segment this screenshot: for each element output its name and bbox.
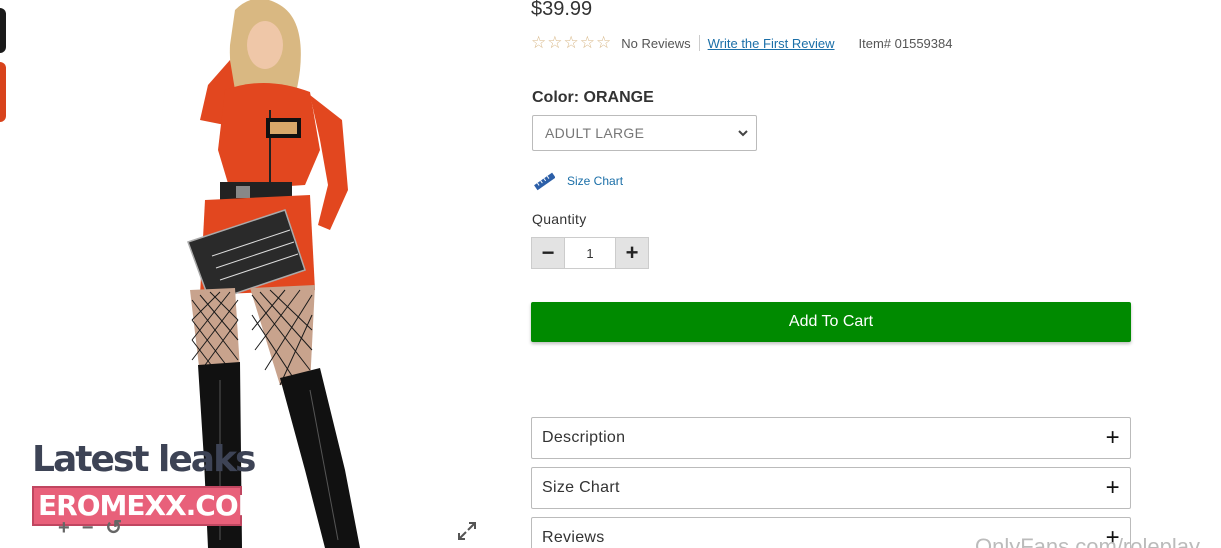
accordion-reviews-label: Reviews bbox=[542, 529, 605, 546]
accordion-description[interactable]: Description + bbox=[531, 417, 1131, 459]
quantity-increase-button[interactable]: + bbox=[616, 238, 648, 268]
item-number: Item# 01559384 bbox=[858, 35, 953, 51]
divider bbox=[698, 35, 700, 51]
zoom-in-icon[interactable]: + bbox=[58, 518, 70, 538]
plus-icon: + bbox=[1105, 474, 1120, 501]
chevron-down-icon bbox=[738, 130, 748, 137]
star-icon: ☆ bbox=[531, 33, 547, 52]
watermark: Latest leaks EROMEXX.COM bbox=[32, 439, 266, 526]
quantity-stepper: − 1 + bbox=[531, 237, 649, 269]
size-select[interactable]: ADULT LARGE bbox=[532, 115, 757, 151]
quantity-decrease-button[interactable]: − bbox=[532, 238, 564, 268]
accordion-size-chart[interactable]: Size Chart + bbox=[531, 467, 1131, 509]
product-price: $39.99 bbox=[531, 0, 593, 20]
gallery-tools: + − ↺ bbox=[58, 518, 122, 538]
thumbnail-orange[interactable] bbox=[0, 62, 6, 122]
size-chart-link[interactable]: Size Chart bbox=[533, 170, 623, 192]
thumbnail-dark[interactable] bbox=[0, 8, 6, 53]
star-icon: ☆ bbox=[579, 33, 595, 52]
watermark-title: Latest leaks bbox=[32, 439, 256, 480]
product-page: Latest leaks EROMEXX.COM + − ↺ $39.99 ☆ … bbox=[0, 0, 1221, 548]
rating-row: ☆ ☆ ☆ ☆ ☆ No Reviews Write the First Rev… bbox=[531, 33, 952, 53]
star-icon: ☆ bbox=[563, 33, 579, 52]
size-chart-label: Size Chart bbox=[567, 174, 624, 188]
accordion-description-label: Description bbox=[542, 429, 626, 446]
expand-icon[interactable] bbox=[456, 520, 478, 542]
add-to-cart-button[interactable]: Add To Cart bbox=[531, 302, 1131, 342]
review-count: No Reviews bbox=[621, 35, 691, 51]
reset-icon[interactable]: ↺ bbox=[105, 518, 122, 538]
star-rating[interactable]: ☆ ☆ ☆ ☆ ☆ bbox=[531, 34, 611, 52]
zoom-out-icon[interactable]: − bbox=[82, 518, 94, 538]
color-label: Color: ORANGE bbox=[532, 89, 654, 106]
thumbnail-strip[interactable] bbox=[0, 0, 12, 130]
accordion-size-chart-label: Size Chart bbox=[542, 479, 620, 496]
size-select-value: ADULT LARGE bbox=[545, 125, 645, 141]
star-icon: ☆ bbox=[547, 33, 563, 52]
quantity-label: Quantity bbox=[532, 211, 587, 227]
ruler-icon bbox=[534, 172, 555, 191]
star-icon: ☆ bbox=[596, 33, 612, 52]
plus-icon: + bbox=[1105, 424, 1120, 451]
quantity-input[interactable]: 1 bbox=[564, 238, 616, 268]
write-review-link[interactable]: Write the First Review bbox=[708, 36, 835, 51]
footer-watermark: OnlyFans.com/roleplay bbox=[975, 534, 1200, 548]
